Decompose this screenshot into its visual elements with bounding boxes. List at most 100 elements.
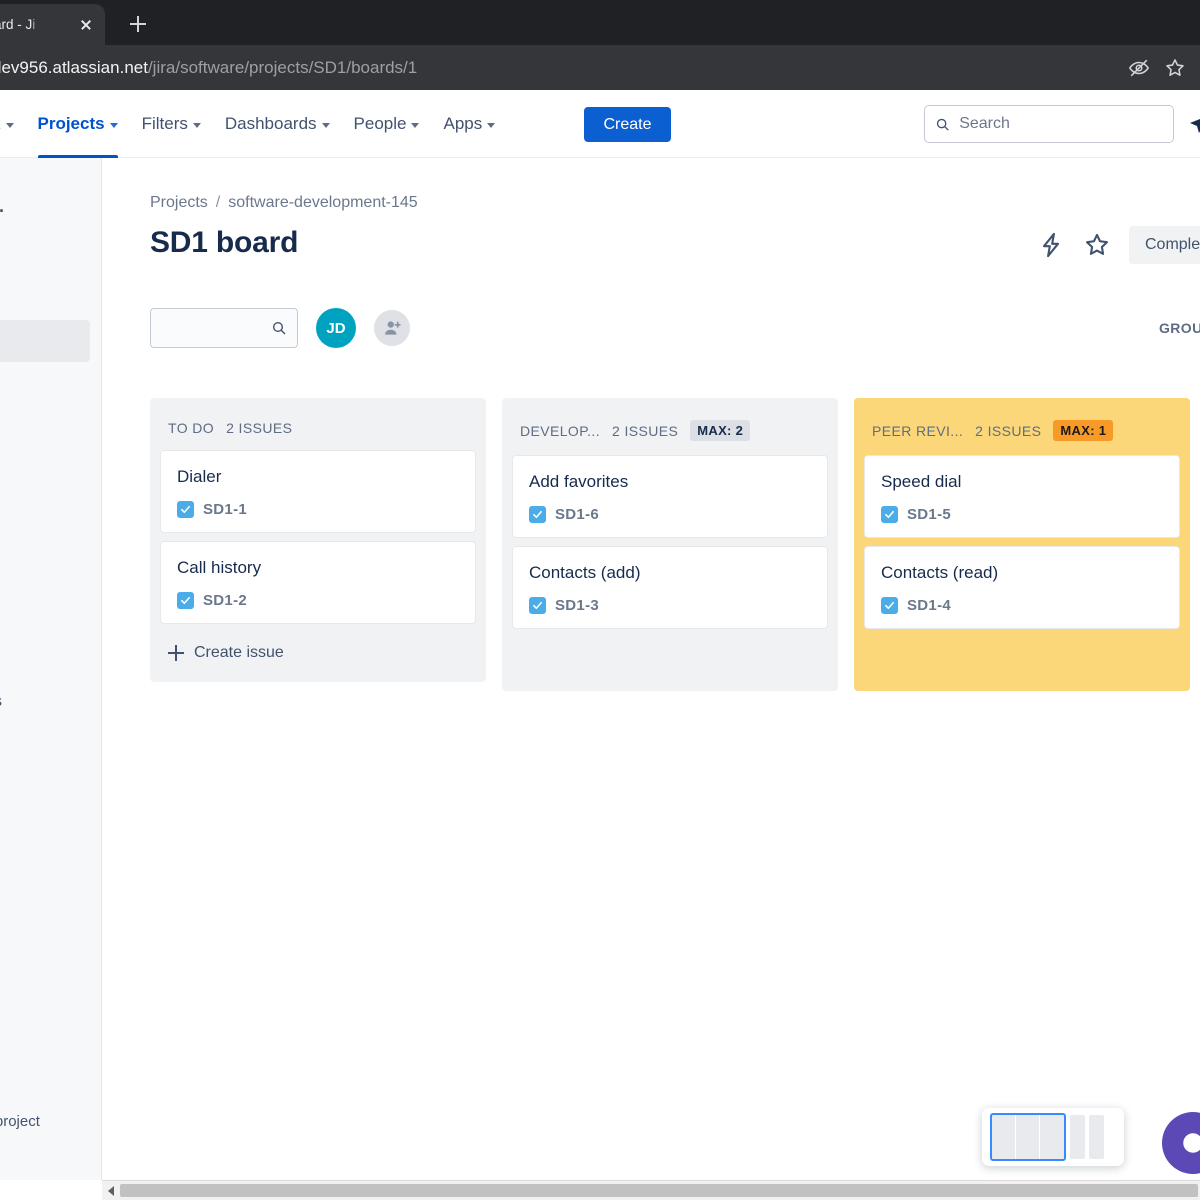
help-icon [1183, 1133, 1200, 1153]
task-type-icon [529, 597, 546, 614]
scroll-left-arrow-icon[interactable] [102, 1181, 120, 1200]
nav-item-people[interactable]: People [342, 90, 432, 158]
board-column-todo: TO DO 2 ISSUES Dialer SD1-1 Call history [150, 398, 486, 682]
issue-meta: SD1-6 [529, 506, 811, 523]
browser-tab-strip: board - Ji [0, 0, 1200, 45]
avatar[interactable]: JD [316, 308, 356, 348]
breadcrumb-projects[interactable]: Projects [150, 194, 208, 212]
issue-card[interactable]: Speed dial SD1-5 [864, 455, 1180, 538]
column-header: TO DO 2 ISSUES [160, 408, 476, 450]
issue-meta: SD1-3 [529, 597, 811, 614]
task-type-icon [881, 597, 898, 614]
column-name: TO DO [168, 420, 215, 436]
page-title: SD1 board [150, 226, 299, 259]
eye-slash-icon[interactable] [1128, 57, 1150, 79]
group-by-label: GROU [1159, 320, 1200, 336]
board-toolbar: JD [150, 308, 410, 348]
board-minimap[interactable] [982, 1108, 1124, 1166]
board-search-input[interactable] [161, 319, 271, 337]
issue-key[interactable]: SD1-6 [555, 506, 599, 523]
column-max-badge: MAX: 2 [690, 420, 751, 441]
omnibox-actions [1128, 45, 1192, 90]
lightning-bolt-icon[interactable] [1037, 231, 1065, 259]
nav-item-apps[interactable]: Apps [431, 90, 507, 158]
column-name: DEVELOP... [520, 422, 601, 439]
horizontal-scrollbar[interactable] [102, 1180, 1200, 1200]
column-issue-count: 2 ISSUES [975, 422, 1042, 439]
issue-key[interactable]: SD1-1 [203, 501, 247, 518]
issue-card[interactable]: Contacts (read) SD1-4 [864, 546, 1180, 629]
close-icon[interactable] [77, 16, 95, 34]
create-button[interactable]: Create [584, 107, 671, 142]
issue-meta: SD1-4 [881, 597, 1163, 614]
nav-item-dashboards[interactable]: Dashboards [213, 90, 342, 158]
nav-item-your-work[interactable]: k [0, 90, 26, 158]
chevron-down-icon [487, 122, 496, 128]
nav-item-filters[interactable]: Filters [130, 90, 213, 158]
task-type-icon [177, 501, 194, 518]
column-issue-count: 2 ISSUES [226, 420, 293, 436]
project-sidebar: velop... s ed project [0, 158, 102, 1180]
minimap-cell [992, 1115, 1016, 1159]
issue-card[interactable]: Call history SD1-2 [160, 541, 476, 624]
star-icon[interactable] [1083, 231, 1111, 259]
new-tab-icon[interactable] [123, 9, 153, 39]
issue-card[interactable]: Dialer SD1-1 [160, 450, 476, 533]
bookmark-star-icon[interactable] [1164, 57, 1186, 79]
column-issue-count: 2 ISSUES [612, 422, 679, 439]
issue-key[interactable]: SD1-4 [907, 597, 951, 614]
issue-title: Call history [177, 558, 262, 577]
nav-item-label: People [353, 114, 407, 133]
chevron-down-icon [5, 122, 14, 128]
browser-window: board - Ji dev956.atlassian.net/jira/sof… [0, 0, 1200, 1200]
sidebar-project-name[interactable]: velop... [0, 196, 101, 217]
browser-address-bar[interactable]: dev956.atlassian.net/jira/software/proje… [0, 45, 1200, 90]
chevron-down-icon [192, 122, 201, 128]
sidebar-item-active[interactable] [0, 320, 90, 362]
plus-icon [168, 645, 184, 661]
tab-title-text: board - J [0, 17, 33, 32]
nav-item-projects[interactable]: Projects [26, 90, 130, 158]
issue-meta: SD1-1 [177, 501, 459, 518]
issue-card[interactable]: Contacts (add) SD1-3 [512, 546, 828, 629]
search-icon [272, 321, 286, 335]
tab-title-dim: i [32, 17, 36, 32]
create-issue-label: Create issue [194, 644, 284, 661]
minimap-remaining [1070, 1115, 1104, 1159]
chevron-down-icon [321, 122, 330, 128]
complete-sprint-button[interactable]: Comple [1129, 226, 1200, 264]
search-input[interactable] [959, 115, 1163, 133]
minimap-cell [1070, 1115, 1085, 1159]
global-search-box[interactable] [924, 105, 1174, 143]
board-columns: TO DO 2 ISSUES Dialer SD1-1 Call history [150, 398, 1190, 691]
minimap-selection[interactable] [990, 1113, 1066, 1161]
nav-item-label: Filters [141, 114, 188, 133]
breadcrumb: Projects / software-development-145 [150, 194, 418, 212]
chevron-down-icon [109, 122, 118, 128]
board-content: Projects / software-development-145 SD1 … [102, 158, 1200, 1180]
board-header-actions: Comple [1037, 226, 1200, 264]
nav-item-list: k Projects Filters Dashboards People App… [0, 90, 507, 158]
sidebar-project-type-note: ed project [0, 1113, 40, 1130]
browser-tab[interactable]: board - Ji [0, 4, 105, 45]
issue-card[interactable]: Add favorites SD1-6 [512, 455, 828, 538]
minimap-cell [1040, 1115, 1064, 1159]
issue-key[interactable]: SD1-2 [203, 592, 247, 609]
scrollbar-thumb[interactable] [120, 1184, 1198, 1197]
issue-meta: SD1-5 [881, 506, 1163, 523]
sidebar-item-label[interactable]: s [0, 693, 2, 711]
issue-key[interactable]: SD1-3 [555, 597, 599, 614]
task-type-icon [177, 592, 194, 609]
board-column-peer-review: PEER REVI... 2 ISSUES MAX: 1 Speed dial … [854, 398, 1190, 691]
issue-key[interactable]: SD1-5 [907, 506, 951, 523]
browser-tab-title: board - Ji [0, 17, 71, 32]
board-search-box[interactable] [150, 308, 298, 348]
url-text: dev956.atlassian.net/jira/software/proje… [0, 45, 417, 90]
notifications-icon[interactable] [1188, 112, 1200, 136]
task-type-icon [529, 506, 546, 523]
create-issue-button[interactable]: Create issue [160, 632, 476, 670]
add-person-icon[interactable] [374, 310, 410, 346]
issue-title: Dialer [177, 467, 222, 486]
issue-title: Contacts (add) [529, 563, 641, 582]
breadcrumb-project[interactable]: software-development-145 [228, 194, 417, 212]
